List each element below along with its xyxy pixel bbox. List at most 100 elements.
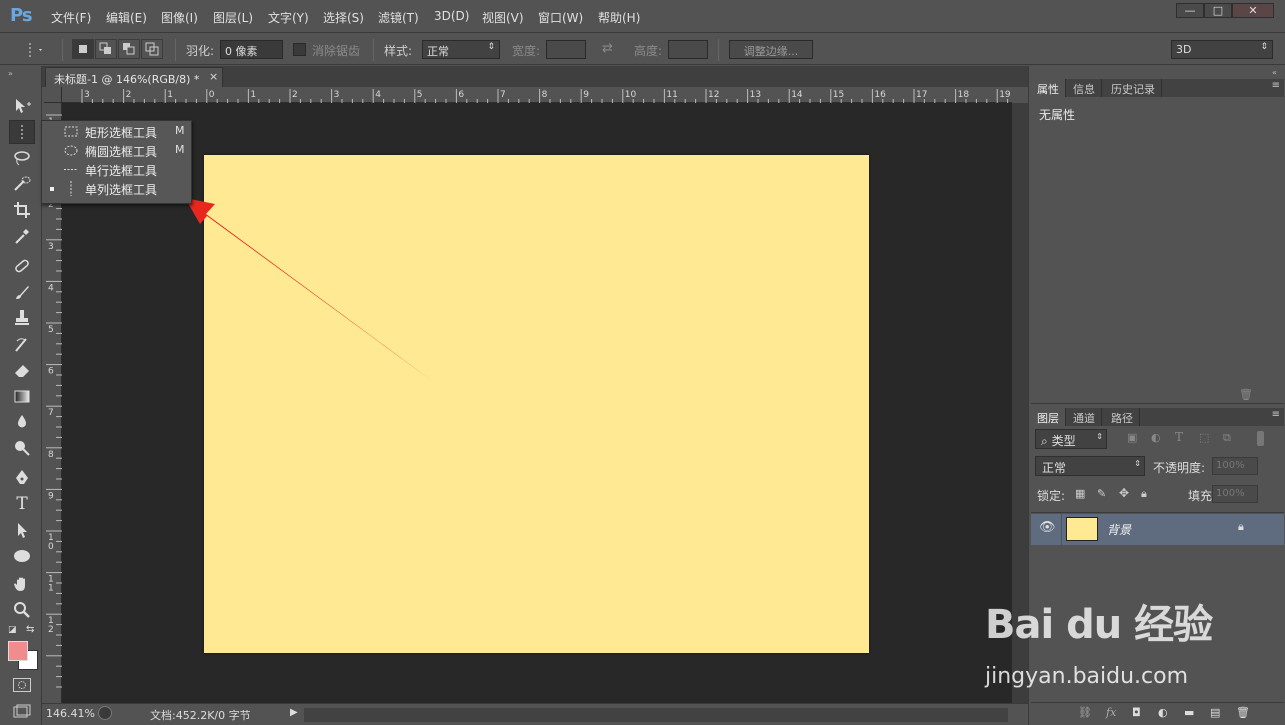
filter-shape-icon[interactable]: ⬚ [1199, 431, 1209, 444]
menu-type[interactable]: 文字(Y) [268, 9, 309, 26]
foreground-color-swatch[interactable] [8, 641, 28, 661]
panel-menu-icon[interactable]: ≡ [1272, 80, 1280, 91]
filter-toggle[interactable] [1257, 431, 1264, 446]
tab-info[interactable]: 信息 [1067, 79, 1102, 97]
panel-menu-icon[interactable]: ≡ [1272, 409, 1280, 420]
blend-mode-select[interactable]: 正常 ⇕ [1035, 456, 1145, 476]
add-selection-button[interactable] [95, 39, 117, 59]
fx-icon[interactable]: fx [1106, 706, 1116, 719]
pen-tool[interactable] [9, 466, 35, 490]
add-mask-icon[interactable]: ◘ [1132, 706, 1141, 719]
tool-preset-picker[interactable] [8, 41, 44, 59]
menu-help[interactable]: 帮助(H) [598, 9, 640, 26]
feather-input[interactable]: 0 像素 [220, 40, 283, 59]
menu-image[interactable]: 图像(I) [161, 9, 198, 26]
close-button[interactable]: ✕ [1232, 3, 1274, 18]
filter-adjustment-icon[interactable]: ◐ [1151, 431, 1161, 444]
tab-paths[interactable]: 路径 [1105, 408, 1140, 426]
link-layers-icon[interactable]: ⛓︎ [1078, 706, 1092, 719]
flyout-item-single-row-marquee[interactable]: 单行选框工具 [42, 160, 192, 179]
menu-layer[interactable]: 图层(L) [213, 9, 253, 26]
subtract-selection-button[interactable] [118, 39, 140, 59]
healing-brush-tool[interactable] [9, 254, 35, 278]
history-brush-tool[interactable] [9, 332, 35, 356]
style-select[interactable]: 正常 ⇕ [422, 40, 500, 59]
menu-window[interactable]: 窗口(W) [538, 9, 583, 26]
menu-filter[interactable]: 滤镜(T) [378, 9, 419, 26]
screen-mode-button[interactable] [13, 704, 31, 718]
crop-tool[interactable] [9, 198, 35, 222]
menu-select[interactable]: 选择(S) [323, 9, 364, 26]
quick-selection-tool[interactable] [9, 172, 35, 196]
eraser-tool[interactable] [9, 358, 35, 382]
swap-dimensions-icon[interactable]: ⇄ [602, 41, 613, 56]
flyout-item-single-column-marquee[interactable]: 单列选框工具 [42, 179, 192, 198]
hand-tool[interactable] [9, 572, 35, 596]
filter-type-icon[interactable]: T [1175, 430, 1183, 444]
quick-mask-button[interactable] [13, 678, 31, 692]
zoom-level[interactable]: 146.41% [46, 707, 95, 720]
intersect-selection-button[interactable] [141, 39, 163, 59]
layer-name[interactable]: 背景 [1107, 521, 1131, 538]
swap-colors-icon[interactable]: ⇆ [26, 624, 34, 635]
marquee-tool[interactable] [9, 120, 35, 144]
menu-view[interactable]: 视图(V) [482, 9, 524, 26]
adjustment-layer-icon[interactable]: ◐ [1158, 706, 1168, 719]
lock-position-icon[interactable]: ✥ [1119, 486, 1129, 500]
filter-pixel-icon[interactable]: ▣ [1127, 431, 1137, 444]
new-layer-icon[interactable]: ▤ [1210, 706, 1220, 719]
blur-tool[interactable] [9, 410, 35, 434]
zoom-tool[interactable] [9, 598, 35, 622]
clone-stamp-tool[interactable] [9, 306, 35, 330]
ellipse-shape-tool[interactable] [9, 544, 35, 568]
tab-properties[interactable]: 属性 [1031, 79, 1066, 97]
delete-layer-icon[interactable]: 🗑 [1236, 706, 1250, 719]
ruler-origin[interactable] [44, 87, 62, 103]
workspace-select[interactable]: 3D ⇕ [1171, 40, 1273, 59]
default-colors-icon[interactable]: ◪ [8, 625, 17, 635]
info-icon[interactable] [98, 706, 112, 720]
lock-all-icon[interactable]: 🔒︎ [1141, 487, 1147, 501]
horizontal-scrollbar[interactable] [304, 708, 1008, 722]
minimize-button[interactable]: — [1176, 3, 1204, 18]
lock-paint-icon[interactable]: ✎ [1097, 487, 1106, 500]
close-tab-icon[interactable]: × [209, 70, 218, 83]
move-tool[interactable] [9, 94, 35, 118]
menu-file[interactable]: 文件(F) [51, 9, 91, 26]
document-tab[interactable]: 未标题-1 @ 146%(RGB/8) * × [45, 67, 223, 87]
tab-history[interactable]: 历史记录 [1105, 79, 1162, 97]
horizontal-ruler[interactable]: 3 2 1 0 1 2 3 4 5 6 7 8 9 10 11 12 13 14 15 16 17 18 19 [62, 87, 1029, 103]
gradient-tool[interactable] [9, 384, 35, 408]
document-canvas[interactable] [204, 155, 869, 653]
trash-icon[interactable]: 🗑 [1239, 388, 1253, 401]
new-group-icon[interactable]: ▬ [1184, 706, 1194, 719]
refine-edge-button[interactable]: 调整边缘... [729, 40, 813, 59]
width-input[interactable] [546, 40, 586, 59]
height-input[interactable] [668, 40, 708, 59]
layer-filter-select[interactable]: ⌕ 类型 ⇕ [1035, 429, 1107, 449]
dodge-tool[interactable] [9, 436, 35, 460]
lock-transparent-icon[interactable]: ▦ [1075, 487, 1085, 500]
type-tool[interactable]: T [9, 492, 35, 516]
collapse-icon[interactable]: » [8, 69, 13, 78]
flyout-item-rect-marquee[interactable]: 矩形选框工具 M [42, 122, 192, 141]
filter-smart-object-icon[interactable]: ⧉ [1223, 431, 1231, 445]
new-selection-button[interactable] [72, 39, 94, 59]
layer-row[interactable]: 👁︎ 背景 🔒︎ [1031, 514, 1284, 545]
lasso-tool[interactable] [9, 146, 35, 170]
menu-edit[interactable]: 编辑(E) [106, 9, 147, 26]
status-menu-arrow-icon[interactable]: ▶ [290, 707, 298, 718]
antialias-checkbox[interactable] [293, 43, 306, 56]
tab-layers[interactable]: 图层 [1031, 408, 1066, 426]
collapse-icon[interactable]: « [1272, 68, 1277, 77]
menu-3d[interactable]: 3D(D) [434, 9, 469, 23]
opacity-input[interactable]: 100% [1212, 457, 1258, 475]
path-selection-tool[interactable] [9, 518, 35, 542]
visibility-eye-icon[interactable]: 👁︎ [1039, 520, 1056, 535]
maximize-button[interactable]: □ [1204, 3, 1232, 18]
eyedropper-tool[interactable] [9, 224, 35, 248]
brush-tool[interactable] [9, 280, 35, 304]
flyout-item-ellipse-marquee[interactable]: 椭圆选框工具 M [42, 141, 192, 160]
tab-channels[interactable]: 通道 [1067, 408, 1102, 426]
fill-input[interactable]: 100% [1212, 485, 1258, 503]
